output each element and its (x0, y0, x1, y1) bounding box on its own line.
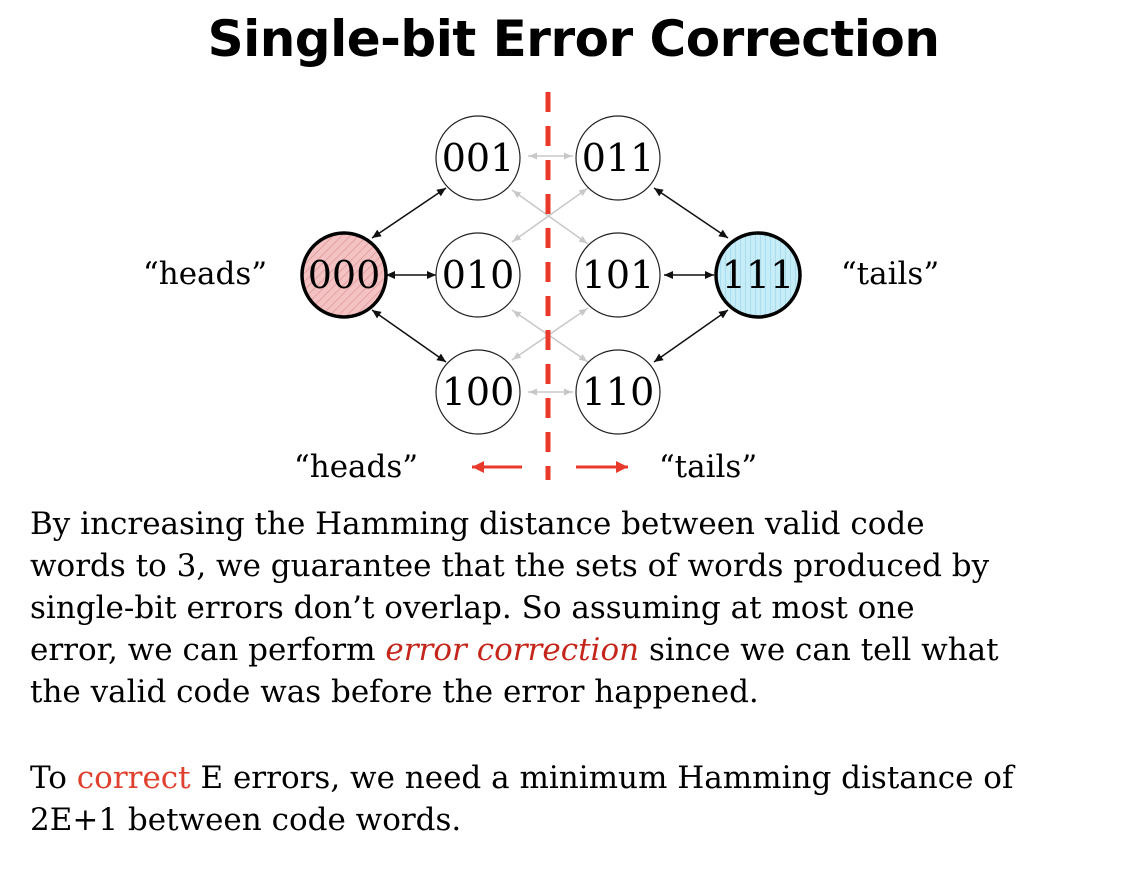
node-label: 100 (442, 370, 515, 414)
node-001: 001 (435, 115, 521, 201)
node-label: 101 (582, 253, 655, 297)
node-011: 011 (575, 115, 661, 201)
edge-110-111 (653, 309, 729, 363)
node-110: 110 (575, 349, 661, 435)
paragraph-line: words to 3, we guarantee that the sets o… (30, 548, 990, 584)
node-label: 011 (582, 136, 655, 180)
line-text: E errors, we need a minimum Hamming dist… (190, 760, 1014, 796)
paragraph-line: single-bit errors don’t overlap. So assu… (30, 590, 915, 626)
emphasis-error-correction: error correction (385, 632, 640, 668)
line-text: To (30, 760, 77, 796)
node-label: 110 (582, 370, 655, 414)
emphasis-correct: correct (76, 760, 191, 796)
node-label: 010 (442, 253, 515, 297)
paragraph-line: By increasing the Hamming distance betwe… (30, 506, 925, 542)
edge-000-100 (371, 309, 447, 363)
hamming-cube-diagram: 000 001 010 100 011 101 110 111 “heads” “tails”… (143, 92, 939, 485)
node-label: 111 (722, 253, 795, 297)
edge-011-111 (653, 187, 729, 239)
tails-label-bottom: “tails” (659, 449, 757, 485)
line-text: since we can tell what (639, 632, 999, 668)
tails-label-right: “tails” (841, 256, 939, 292)
heads-label-left: “heads” (143, 256, 267, 292)
paragraph-line: error, we can perform error correction s… (30, 629, 1140, 671)
node-100: 100 (435, 349, 521, 435)
rule-paragraph: To correct E errors, we need a minimum H… (30, 757, 1140, 841)
node-label: 000 (308, 253, 381, 297)
node-101: 101 (575, 232, 661, 318)
heads-label-bottom: “heads” (294, 449, 418, 485)
paragraph-line: To correct E errors, we need a minimum H… (30, 757, 1140, 799)
line-text: error, we can perform (30, 632, 386, 668)
explanation-paragraph: By increasing the Hamming distance betwe… (30, 503, 1140, 713)
node-label: 001 (442, 136, 515, 180)
edge-000-001 (371, 187, 447, 239)
paragraph-line: the valid code was before the error happ… (30, 674, 759, 710)
node-010: 010 (435, 232, 521, 318)
node-000: 000 (300, 231, 388, 319)
node-111: 111 (714, 231, 802, 319)
paragraph-line: 2E+1 between code words. (30, 802, 462, 838)
